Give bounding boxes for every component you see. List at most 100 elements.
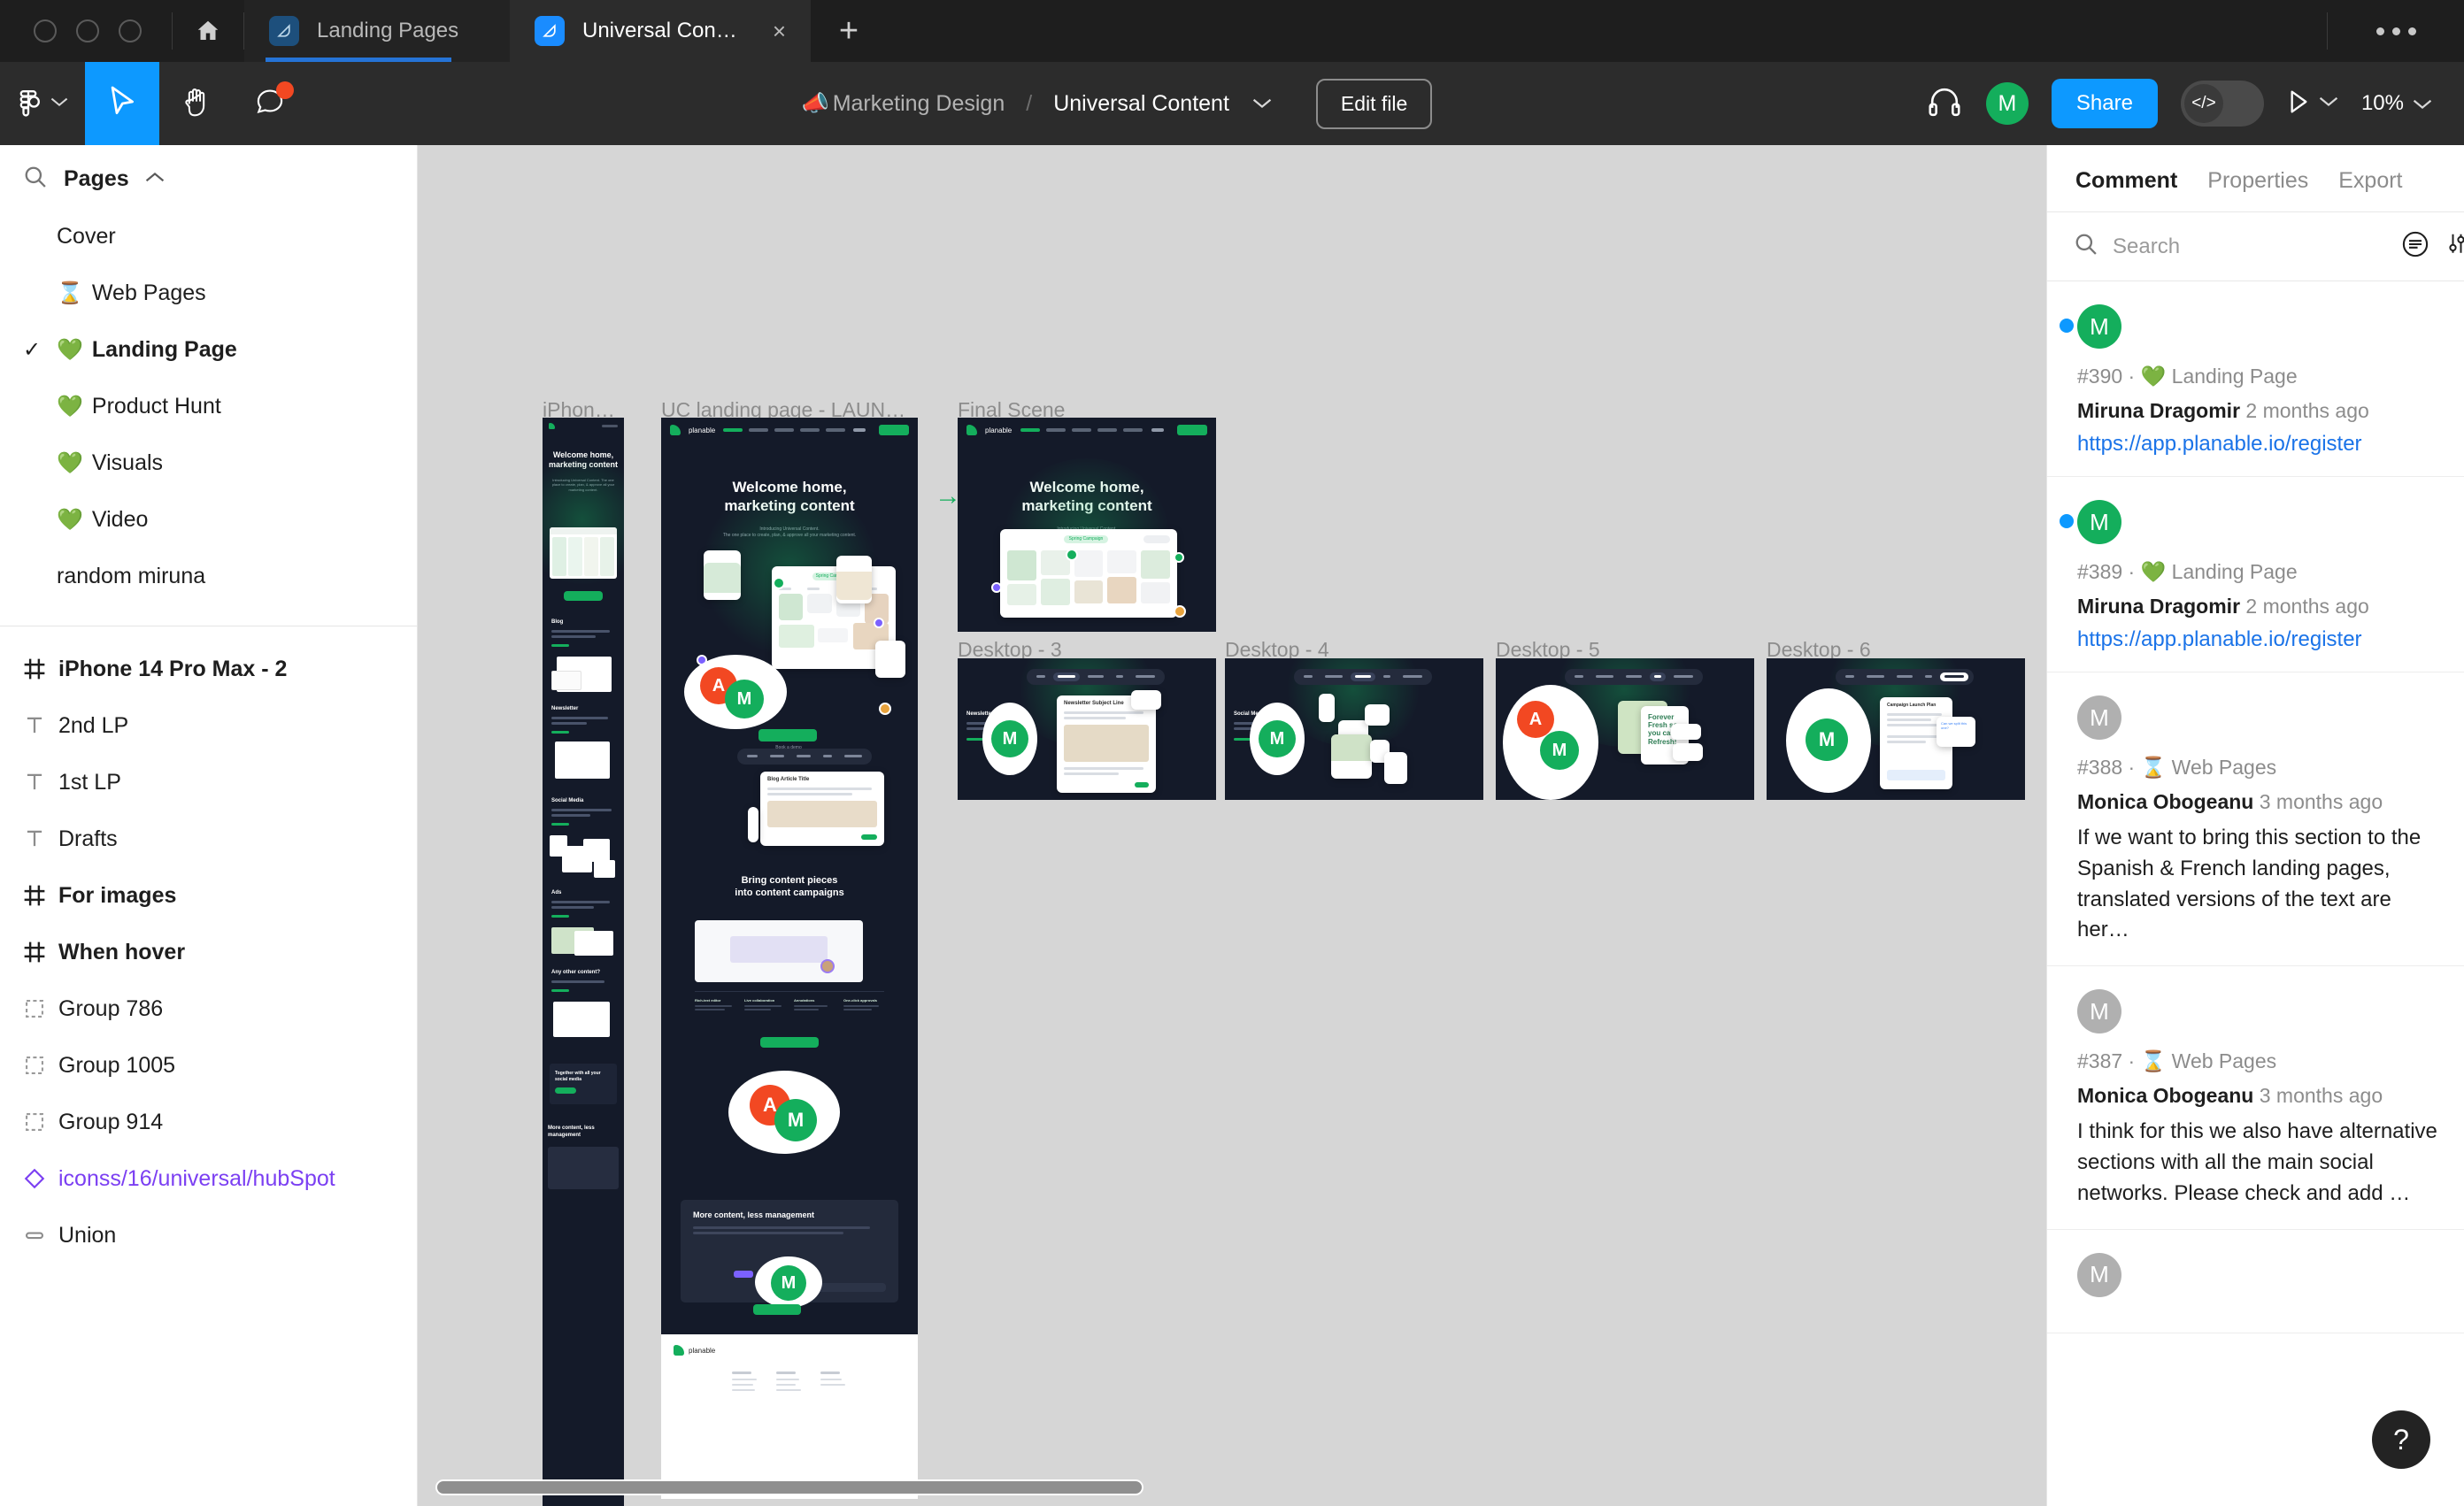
feature-list: Rich-text editor Live collaboration Anno…: [695, 998, 884, 1010]
login-link[interactable]: [853, 428, 866, 432]
layer-item-group-1005[interactable]: Group 1005: [0, 1037, 417, 1094]
cta-get-planable-button[interactable]: [760, 1037, 819, 1048]
layer-item-hubspot-icon-component[interactable]: iconss/16/universal/hubSpot: [0, 1150, 417, 1207]
comment-item-387[interactable]: M #387 · ⌛ Web Pages Monica Obogeanu 3 m…: [2047, 966, 2464, 1230]
layer-item-drafts[interactable]: Drafts: [0, 811, 417, 867]
window-traffic-lights[interactable]: [0, 0, 172, 62]
frame-uc-landing-page[interactable]: planable Welcome home, marketing content …: [661, 418, 918, 1499]
section-tab-pills[interactable]: [1565, 669, 1703, 685]
ad-comment-card: [1673, 743, 1703, 761]
frame-desktop-6[interactable]: Campaign Launch Plan Can we split this o…: [1767, 658, 2025, 800]
avatar: M: [2077, 695, 2121, 740]
minimize-window-button[interactable]: [76, 19, 99, 42]
hand-tool-button[interactable]: [159, 62, 234, 145]
comment-item-388[interactable]: M #388 · ⌛ Web Pages Monica Obogeanu 3 m…: [2047, 672, 2464, 967]
layer-item-when-hover[interactable]: When hover: [0, 924, 417, 980]
help-button[interactable]: ?: [2372, 1410, 2430, 1469]
hero-headline: Welcome home, marketing content: [548, 450, 618, 470]
page-label: random miruna: [57, 563, 206, 588]
comment-link[interactable]: https://app.planable.io/register: [2077, 627, 2437, 652]
article-editor-card: Blog Article Title: [760, 772, 884, 846]
tab-properties[interactable]: Properties: [2207, 168, 2308, 194]
close-tab-icon[interactable]: ×: [760, 19, 786, 42]
frame-desktop-3[interactable]: Newsletter Newsletter Subject Line M: [958, 658, 1216, 800]
edit-file-button[interactable]: Edit file: [1315, 78, 1433, 129]
sidebar-page-web-pages[interactable]: ⌛ Web Pages: [0, 265, 417, 321]
layer-label: iPhone 14 Pro Max - 2: [58, 656, 288, 681]
present-button[interactable]: [2287, 88, 2338, 119]
breadcrumb-team[interactable]: 📣 Marketing Design: [802, 91, 1005, 117]
cta-signup-button[interactable]: [564, 591, 603, 601]
comment-meta: #389 · 💚 Landing Page: [2077, 560, 2298, 583]
layer-item-2nd-lp[interactable]: 2nd LP: [0, 697, 417, 754]
frame-iphone-14-pro-max[interactable]: Welcome home, marketing content Introduci…: [543, 418, 624, 1506]
sliders-icon[interactable]: [2444, 231, 2464, 262]
overflow-menu-icon[interactable]: [2328, 0, 2464, 62]
filter-list-icon[interactable]: [2401, 230, 2429, 263]
zoom-control[interactable]: 10%: [2361, 91, 2432, 116]
section-tab-pills[interactable]: [1027, 669, 1165, 685]
comment-item-389[interactable]: M #389 · 💚 Landing Page Miruna Dragomir …: [2047, 477, 2464, 672]
comment-tool-button[interactable]: [234, 62, 308, 145]
search-input[interactable]: [2113, 234, 2387, 259]
group-icon: [23, 997, 58, 1020]
home-icon[interactable]: [173, 0, 243, 62]
figma-main-menu-button[interactable]: [0, 62, 85, 145]
layer-item-for-images[interactable]: For images: [0, 867, 417, 924]
try-for-free-button[interactable]: [879, 425, 909, 435]
comment-time: 3 months ago: [2259, 1084, 2383, 1108]
frame-final-scene[interactable]: planable Welcome home, marketing content …: [958, 418, 1216, 632]
layer-item-1st-lp[interactable]: 1st LP: [0, 754, 417, 811]
tab-export[interactable]: Export: [2338, 168, 2402, 194]
try-for-free-button[interactable]: [1177, 425, 1207, 435]
sidebar-page-video[interactable]: 💚 Video: [0, 491, 417, 548]
login-link[interactable]: [1151, 428, 1164, 432]
frame-desktop-4[interactable]: Social Media M: [1225, 658, 1483, 800]
design-canvas[interactable]: iPhon… Welcome home, marketing content In…: [418, 145, 2046, 1506]
campaign-map-screenshot: [695, 920, 863, 982]
canvas-horizontal-scrollbar[interactable]: [435, 1479, 1143, 1495]
headphones-icon[interactable]: [1926, 85, 1963, 123]
search-icon[interactable]: [23, 165, 48, 194]
share-button[interactable]: Share: [2051, 79, 2158, 128]
frame-desktop-5[interactable]: Forever Fresh so you can Refresh! A M: [1496, 658, 1754, 800]
figma-logo-icon: [17, 85, 40, 123]
layer-item-iphone-14-pro-max-2[interactable]: iPhone 14 Pro Max - 2: [0, 641, 417, 697]
comment-item-390[interactable]: M #390 · 💚 Landing Page Miruna Dragomir …: [2047, 281, 2464, 477]
move-tool-button[interactable]: [85, 62, 159, 145]
sidebar-page-product-hunt[interactable]: 💚 Product Hunt: [0, 378, 417, 434]
sidebar-page-random-miruna[interactable]: random miruna: [0, 548, 417, 604]
sidebar-page-visuals[interactable]: 💚 Visuals: [0, 434, 417, 491]
maximize-window-button[interactable]: [119, 19, 142, 42]
section-tab-pills[interactable]: [1836, 669, 1974, 685]
sidebar-page-cover[interactable]: Cover: [0, 208, 417, 265]
breadcrumb-file-name[interactable]: Universal Content: [1053, 91, 1229, 117]
unread-indicator: [2060, 514, 2074, 528]
chevron-down-icon[interactable]: [1252, 95, 1272, 113]
comment-body: If we want to bring this section to the …: [2077, 826, 2422, 942]
nav-items[interactable]: [723, 428, 846, 432]
social-card: [1319, 694, 1335, 722]
avatar[interactable]: M: [1985, 82, 2029, 125]
page-label: Visuals: [91, 449, 164, 475]
new-tab-button[interactable]: +: [811, 0, 887, 62]
section-tab-pills[interactable]: [1294, 669, 1432, 685]
section-tab-pills[interactable]: [737, 749, 872, 765]
dev-mode-toggle[interactable]: </>: [2180, 81, 2264, 127]
browser-tab-landing-pages[interactable]: Landing Pages: [244, 0, 510, 62]
comment-time: 2 months ago: [2245, 399, 2369, 422]
tab-comment[interactable]: Comment: [2075, 168, 2177, 194]
layer-item-union[interactable]: Union: [0, 1207, 417, 1264]
chevron-up-icon[interactable]: [145, 172, 165, 188]
layer-item-group-914[interactable]: Group 914: [0, 1094, 417, 1150]
blog-preview-card-2: [551, 671, 581, 690]
comment-link[interactable]: https://app.planable.io/register: [2077, 432, 2437, 457]
close-window-button[interactable]: [34, 19, 57, 42]
browser-tab-universal-content[interactable]: Universal Content ×: [510, 0, 811, 62]
comment-item-partial[interactable]: M: [2047, 1230, 2464, 1333]
sidebar-page-landing-page[interactable]: ✓ 💚 Landing Page: [0, 321, 417, 378]
layer-item-group-786[interactable]: Group 786: [0, 980, 417, 1037]
nav-items[interactable]: [1020, 428, 1143, 432]
ad-comment-card: [1671, 724, 1701, 740]
cta-signup-button[interactable]: [758, 729, 817, 741]
